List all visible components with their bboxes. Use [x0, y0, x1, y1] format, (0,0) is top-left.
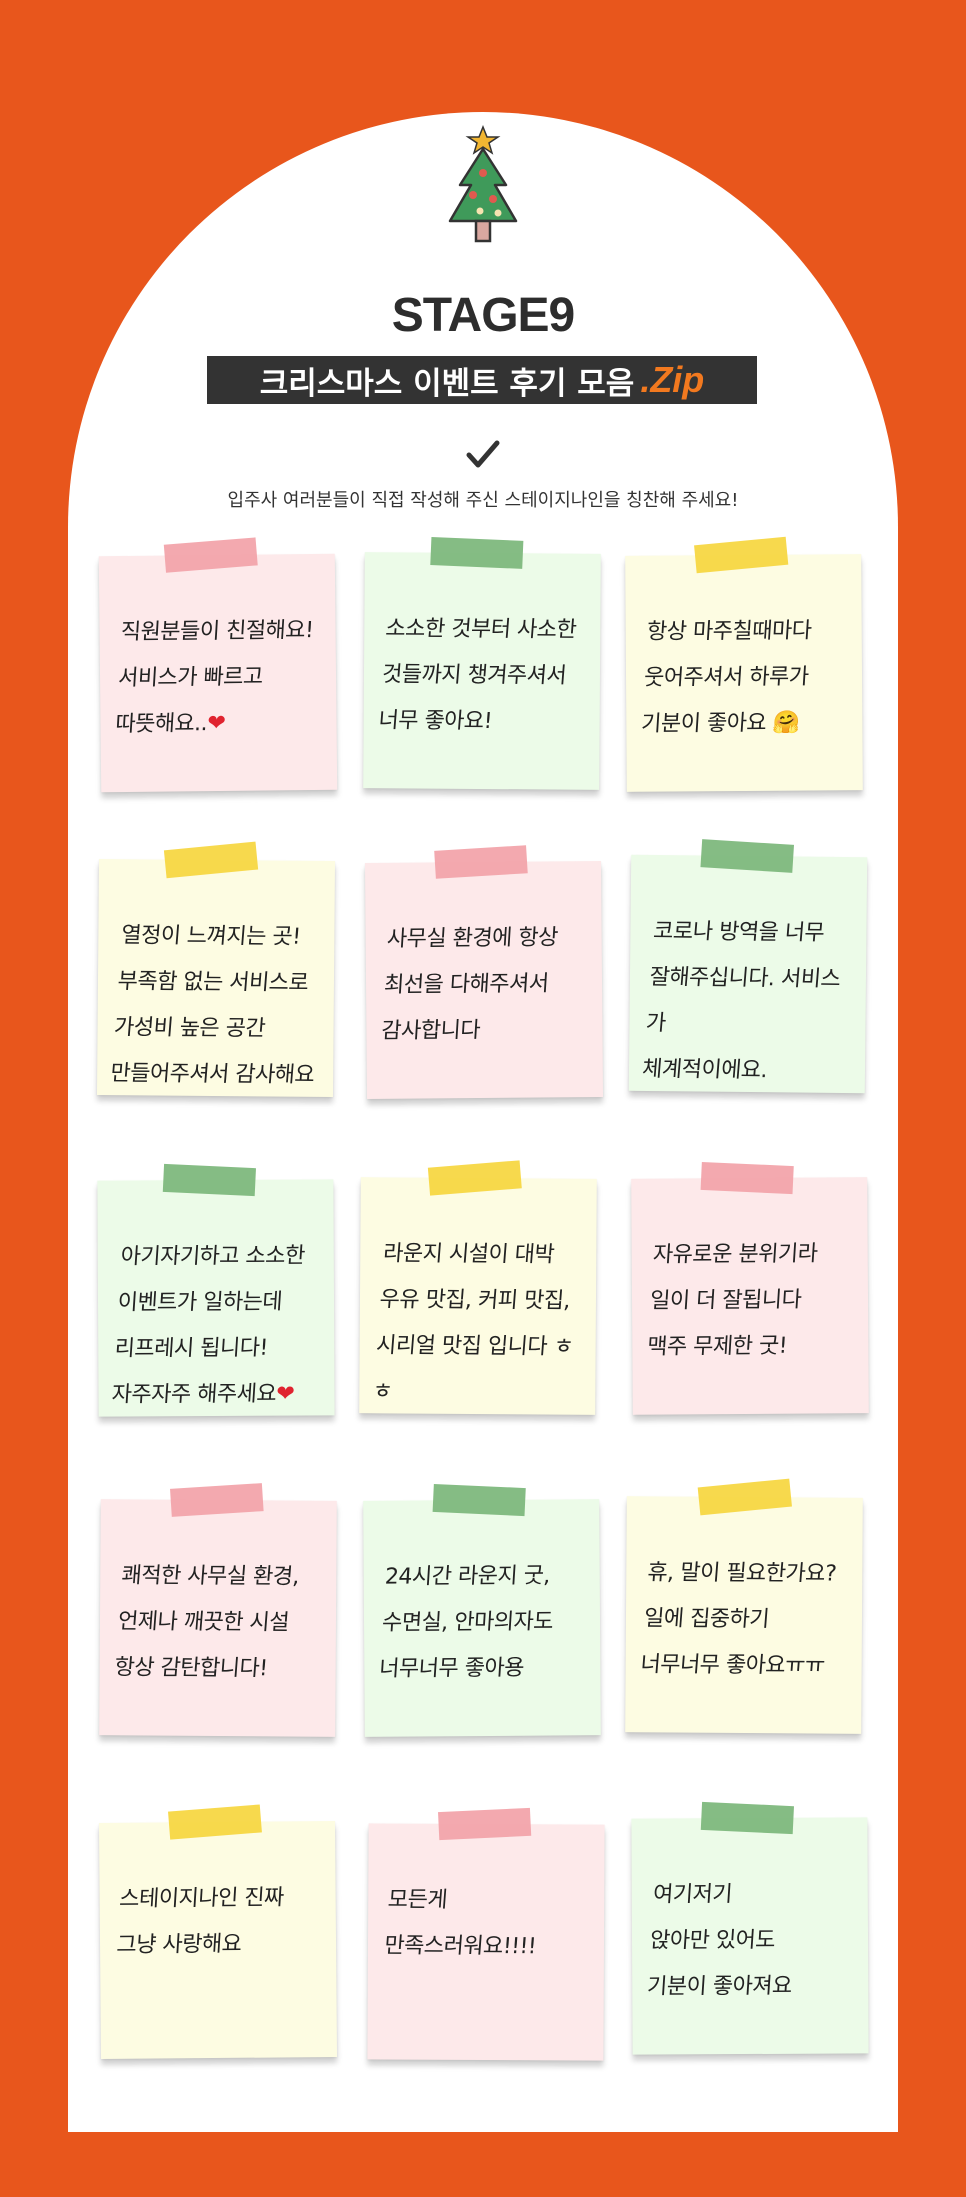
sticky-note: 스테이지나인 진짜 그냥 사랑해요 [98, 1804, 338, 2060]
sticky-note: 여기저기 앉아만 있어도 기분이 좋아져요 [631, 1801, 869, 2055]
sticky-note: 자유로운 분위기라 일이 더 잘됩니다 맥주 무제한 굿! [631, 1161, 869, 1415]
note-text: 사무실 환경에 항상 최선을 다해주셔서 감사합니다 [380, 925, 559, 1044]
note-text: 라운지 시설이 대박 우유 맛집, 커피 맛집, 시리얼 맛집 입니다 ㅎㅎ [371, 1241, 575, 1405]
note-text: 아기자기하고 소소한 이벤트가 일하는데 리프레시 됩니다! 자주자주 해주세요… [110, 1243, 306, 1408]
tape-strip [432, 1483, 526, 1517]
tape-strip [163, 537, 258, 573]
heart-icon: ❤ [275, 1381, 295, 1407]
tape-strip [427, 1160, 522, 1196]
note-text: 스테이지나인 진짜 그냥 사랑해요 [115, 1885, 285, 1958]
tape-strip [434, 845, 528, 879]
sticky-note: 소소한 것부터 사소한 것들까지 챙겨주셔서 너무 좋아요! [363, 537, 601, 790]
sticky-note: 라운지 시설이 대박 우유 맛집, 커피 맛집, 시리얼 맛집 입니다 ㅎㅎ [359, 1160, 597, 1415]
sticky-note: 아기자기하고 소소한 이벤트가 일하는데 리프레시 됩니다! 자주자주 해주세요… [97, 1163, 335, 1417]
tape-strip [168, 1804, 262, 1840]
sticky-note: 휴, 말이 필요한가요? 일에 집중하기 너무너무 좋아요ㅠㅠ [625, 1478, 863, 1734]
note-text: 직원분들이 친절해요! 서비스가 빠르고 따뜻해요..❤ [114, 617, 315, 738]
note-text: 휴, 말이 필요한가요? 일에 집중하기 너무너무 좋아요ㅠㅠ [639, 1560, 838, 1679]
note-text: 열정이 느껴지는 곳! 부족함 없는 서비스로 가성비 높은 공간 만들어주셔서… [109, 923, 316, 1088]
tape-strip [170, 1483, 264, 1517]
sticky-note: 쾌적한 사무실 환경, 언제나 깨끗한 시설 항상 감탄합니다! [99, 1483, 337, 1737]
note-text: 자유로운 분위기라 일이 더 잘됩니다 맥주 무제한 굿! [646, 1241, 819, 1360]
tape-strip [430, 537, 524, 569]
note-text: 여기저기 앉아만 있어도 기분이 좋아져요 [646, 1882, 793, 2000]
page-title: 크리스마스 이벤트 후기 모음 .Zip [207, 356, 757, 404]
sticky-note: 직원분들이 친절해요! 서비스가 빠르고 따뜻해요..❤ [98, 537, 338, 793]
note-text: 항상 마주칠때마다 웃어주셔서 하루가 기분이 좋아요 🤗 [640, 618, 813, 737]
note-text: 모든게 만족스러워요!!!! [383, 1887, 538, 1960]
christmas-tree-icon [448, 125, 518, 243]
note-text: 코로나 방역을 너무 잘해주십니다. 서비스가 체계적이에요. [641, 919, 842, 1084]
sticky-note: 모든게 만족스러워요!!!! [367, 1807, 605, 2061]
sticky-note: 코로나 방역을 너무 잘해주십니다. 서비스가 체계적이에요. [628, 839, 868, 1094]
brand-logo: STAGE9 [391, 289, 575, 342]
checkmark-icon [466, 440, 500, 468]
tape-strip [700, 1161, 794, 1195]
title-text: 크리스마스 이벤트 후기 모음 [259, 365, 635, 402]
tape-strip [700, 1801, 794, 1835]
sticky-note: 24시간 라운지 굿, 수면실, 안마의자도 너무너무 좋아용 [363, 1483, 601, 1737]
sticky-note: 열정이 느껴지는 곳! 부족함 없는 서비스로 가성비 높은 공간 만들어주셔서… [96, 841, 336, 1098]
note-text: 쾌적한 사무실 환경, 언제나 깨끗한 시설 항상 감탄합니다! [113, 1563, 300, 1682]
title-suffix: .Zip [640, 359, 705, 400]
note-text: 24시간 라운지 굿, 수면실, 안마의자도 너무너무 좋아용 [378, 1563, 554, 1682]
sticky-note: 사무실 환경에 항상 최선을 다해주셔서 감사합니다 [364, 845, 604, 1100]
tape-strip [438, 1807, 532, 1841]
subtitle: 입주사 여러분들이 직접 작성해 주신 스테이지나인을 칭찬해 주세요! [227, 490, 739, 511]
heart-icon: ❤ [206, 710, 226, 737]
tape-strip [700, 839, 795, 873]
note-text: 소소한 것부터 사소한 것들까지 챙겨주셔서 너무 좋아요! [377, 616, 578, 735]
tape-strip [162, 1163, 256, 1197]
sticky-note: 항상 마주칠때마다 웃어주셔서 하루가 기분이 좋아요 🤗 [625, 536, 863, 792]
